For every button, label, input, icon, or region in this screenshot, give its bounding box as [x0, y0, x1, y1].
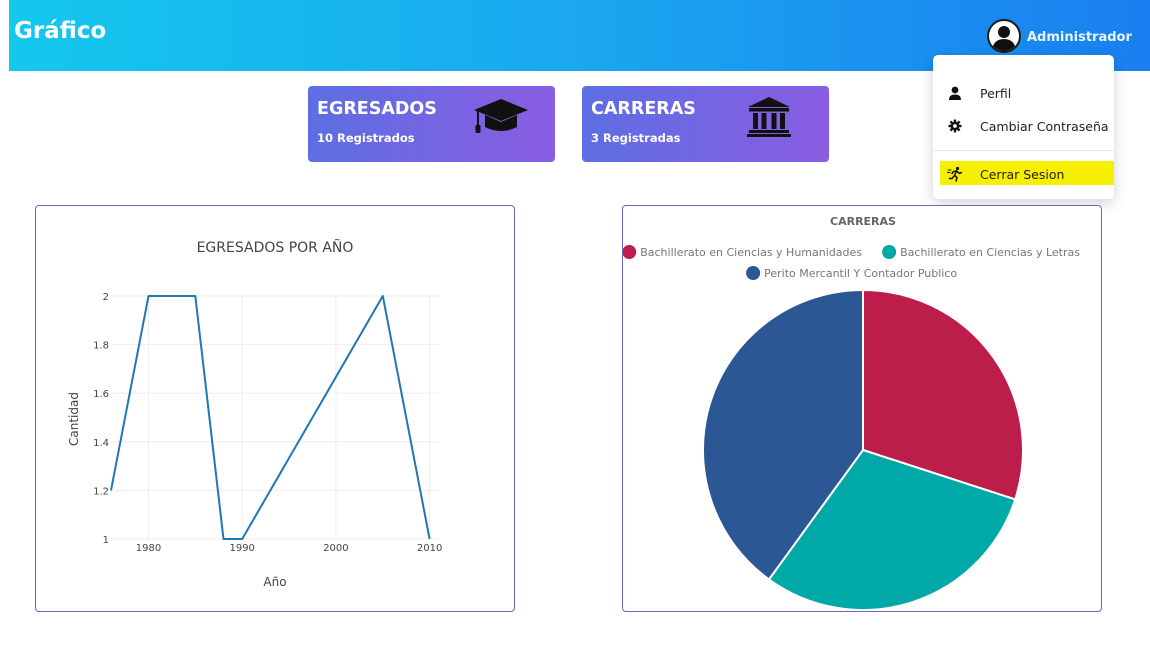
legend-label: Bachillerato en Ciencias y Letras — [900, 246, 1080, 259]
line-chart-panel: EGRESADOS POR AÑO Cantidad Año 1980 1990 2… — [35, 205, 515, 612]
user-dropdown-menu: Perfil Cambiar Contraseña Cerrar Sesion — [933, 55, 1114, 199]
avatar — [987, 19, 1021, 53]
menu-item-perfil[interactable]: Perfil — [933, 80, 1114, 106]
y-tick-label: 1.6 — [93, 389, 109, 400]
menu-item-cambiar-contrasena[interactable]: Cambiar Contraseña — [933, 113, 1114, 139]
legend-label: Perito Mercantil Y Contador Publico — [764, 267, 957, 280]
legend-swatch — [623, 245, 637, 259]
graduation-cap-icon — [472, 96, 530, 141]
egresados-card[interactable]: EGRESADOS 10 Registrados — [308, 86, 555, 162]
y-tick-label: 2 — [103, 292, 109, 303]
x-tick-label: 2010 — [417, 543, 442, 554]
menu-item-label: Perfil — [980, 85, 1012, 101]
gear-icon — [947, 118, 963, 134]
university-icon — [746, 96, 792, 143]
x-tick-label: 1980 — [136, 543, 161, 554]
y-axis-label: Cantidad — [67, 392, 81, 446]
y-tick-label: 1.8 — [93, 341, 109, 352]
user-name: Administrador — [1027, 29, 1132, 45]
card-subtitle: 3 Registradas — [591, 131, 681, 145]
user-menu-toggle[interactable]: Administrador — [987, 19, 1132, 53]
y-tick-label: 1 — [103, 535, 109, 546]
menu-item-cerrar-sesion[interactable]: Cerrar Sesion — [933, 161, 1114, 187]
carreras-card[interactable]: CARRERAS 3 Registradas — [582, 86, 829, 162]
y-tick-label: 1.2 — [93, 486, 109, 497]
card-subtitle: 10 Registrados — [317, 131, 415, 145]
x-tick-label: 2000 — [323, 543, 348, 554]
page-title: Gráfico — [14, 18, 107, 44]
menu-item-label: Cerrar Sesion — [980, 166, 1065, 182]
menu-item-label: Cambiar Contraseña — [980, 118, 1109, 134]
user-icon — [947, 85, 963, 101]
running-icon — [947, 166, 963, 182]
y-tick-label: 1.4 — [93, 438, 109, 449]
chart-title: CARRERAS — [830, 215, 896, 228]
x-tick-label: 1990 — [229, 543, 254, 554]
user-avatar-icon — [992, 26, 1016, 51]
pie-chart-panel: CARRERAS Bachillerato en Ciencias y Huma… — [622, 205, 1102, 612]
line-chart: EGRESADOS POR AÑO Cantidad Año 1980 1990 2… — [67, 239, 442, 589]
chart-title: EGRESADOS POR AÑO — [197, 239, 354, 256]
legend-label: Bachillerato en Ciencias y Humanidades — [640, 246, 862, 259]
card-title: EGRESADOS — [317, 99, 437, 119]
legend-swatch — [882, 245, 897, 259]
menu-divider — [933, 150, 1114, 151]
pie-chart: CARRERAS Bachillerato en Ciencias y Huma… — [623, 215, 1080, 611]
x-axis-label: Año — [263, 575, 286, 589]
line-series — [110, 295, 431, 540]
card-title: CARRERAS — [591, 99, 696, 119]
legend-swatch — [746, 266, 761, 280]
